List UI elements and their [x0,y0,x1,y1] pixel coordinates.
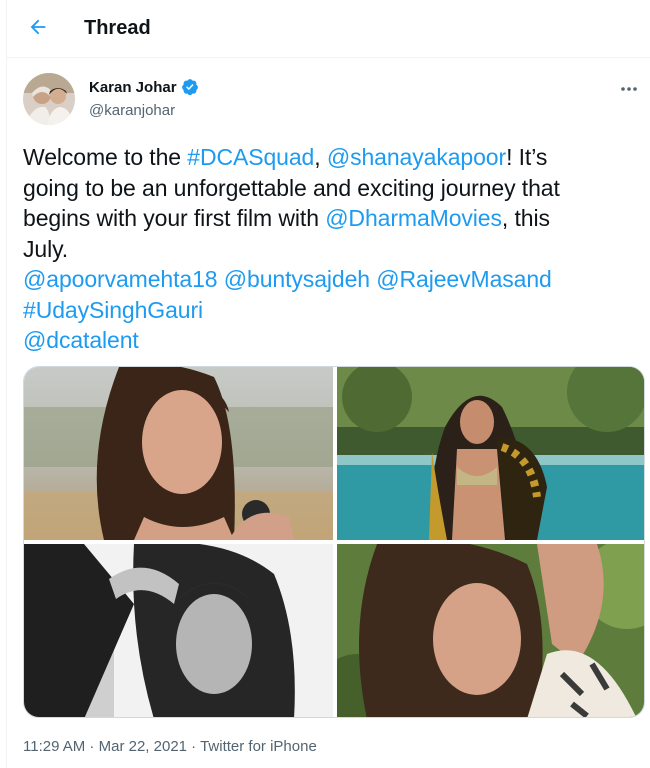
text-segment: ! It’s [506,144,548,170]
tweet-line: #UdaySinghGauri [23,295,633,326]
mention-link[interactable]: @shanayakapoor [327,144,506,170]
mention-link[interactable]: @DharmaMovies [325,205,502,231]
tweet-date[interactable]: Mar 22, 2021 [99,738,187,755]
mention-link[interactable]: @RajeevMasand [376,266,552,292]
mention-link[interactable]: @apoorvamehta18 [23,266,218,292]
mention-link[interactable]: @buntysajdeh [224,266,370,292]
tweet-line: @apoorvamehta18 @buntysajdeh @RajeevMasa… [23,264,633,295]
author-name[interactable]: Karan Johar [89,78,199,96]
tweet-line: July. [23,235,69,262]
photo-1[interactable] [24,367,333,540]
thread-header: Thread [7,0,650,58]
author-name-text: Karan Johar [89,78,177,96]
tweet-time[interactable]: 11:29 AM [23,738,85,755]
tweet-source[interactable]: Twitter for iPhone [200,738,317,755]
arrow-left-icon [27,16,49,43]
tweet-line: begins with your first film with @Dharma… [23,203,633,234]
thread-panel: Thread Karan Johar @karanjohar Welcome t… [6,0,650,768]
hashtag-link[interactable]: #UdaySinghGauri [23,297,203,323]
meta-separator: · [85,738,99,755]
mention-link[interactable]: @dcatalent [23,327,139,353]
page-title: Thread [84,17,151,39]
text-segment: , [314,144,327,170]
tweet-line: going to be an unforgettable and excitin… [23,174,560,201]
hashtag-link[interactable]: #DCASquad [187,144,314,170]
photo-3[interactable] [24,544,333,717]
tweet-line: @dcatalent [23,325,633,356]
text-segment: , this [501,205,550,231]
meta-separator: · [187,738,201,755]
text-segment: begins with your first film with [23,205,326,231]
text-segment: Welcome to the [23,144,188,170]
author-handle[interactable]: @karanjohar [89,102,175,119]
tweet-text: Welcome to the #DCASquad, @shanayakapoor… [23,142,633,356]
media-grid [23,366,645,718]
photo-2[interactable] [337,367,644,540]
tweet-meta: 11:29 AM · Mar 22, 2021 · Twitter for iP… [23,738,317,755]
photo-4[interactable] [337,544,644,717]
tweet-line: Welcome to the #DCASquad, @shanayakapoor… [23,142,633,173]
verified-badge-icon [181,78,199,96]
more-horizontal-icon [620,79,638,97]
more-options-button[interactable] [614,76,644,100]
avatar[interactable] [23,73,75,125]
back-button[interactable] [21,12,55,46]
